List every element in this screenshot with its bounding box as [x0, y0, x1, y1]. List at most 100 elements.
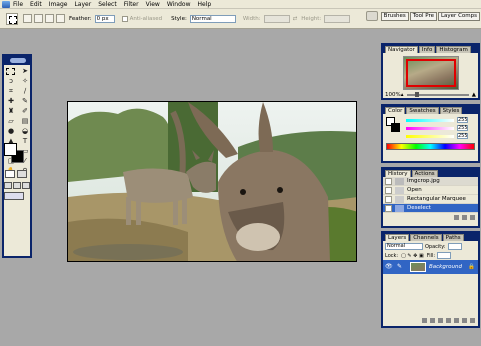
standard-mode-button[interactable]	[5, 170, 15, 178]
tab-info[interactable]: Info	[418, 46, 436, 53]
marquee-tool-preset-icon[interactable]	[6, 12, 18, 25]
screen-mode-standard-button[interactable]	[4, 182, 12, 189]
feather-input[interactable]: 0 px	[94, 14, 115, 23]
rectangular-marquee-tool-icon[interactable]	[6, 68, 15, 75]
link-icon[interactable]	[422, 317, 427, 323]
subtract-selection-button[interactable]	[45, 14, 54, 23]
blue-value[interactable]: 255	[457, 133, 468, 139]
tab-channels[interactable]: Channels	[410, 234, 442, 241]
magic-wand-tool-icon[interactable]: ✧	[19, 77, 31, 86]
healing-brush-tool-icon[interactable]: ✚	[5, 97, 17, 106]
history-item[interactable]: Rectangular Marquee	[383, 195, 478, 204]
screen-mode-full-button[interactable]	[22, 182, 30, 189]
folder-icon[interactable]	[454, 317, 459, 323]
tab-navigator[interactable]: Navigator	[385, 46, 418, 53]
blur-tool-icon[interactable]: ●	[5, 127, 17, 136]
history-source-box[interactable]	[385, 186, 392, 194]
adjustment-icon[interactable]	[446, 317, 451, 323]
slice-tool-icon[interactable]: ∕	[19, 87, 31, 96]
red-value[interactable]: 255	[457, 117, 468, 123]
tab-paths[interactable]: Paths	[442, 234, 464, 241]
history-snapshot[interactable]: Imgcrop.jpg	[383, 177, 478, 186]
layer-name: Background	[429, 264, 462, 270]
navigator-zoom-value[interactable]: 100%	[385, 92, 401, 98]
history-item-selected[interactable]: Deselect	[383, 204, 478, 213]
tab-histogram[interactable]: Histogram	[436, 46, 471, 53]
green-slider[interactable]	[406, 126, 454, 130]
tab-swatches[interactable]: Swatches	[406, 107, 439, 114]
new-layer-icon[interactable]	[462, 317, 467, 323]
menu-edit[interactable]: Edit	[30, 1, 42, 8]
menu-select[interactable]: Select	[98, 1, 117, 8]
navigator-thumbnail[interactable]	[402, 56, 459, 90]
toolbox-header[interactable]	[4, 56, 30, 65]
zoom-slider[interactable]	[406, 91, 469, 97]
menu-layer[interactable]: Layer	[74, 1, 91, 8]
swap-icon[interactable]: ⇄	[293, 16, 298, 22]
jump-to-imageready-button[interactable]	[4, 192, 24, 200]
foreground-color-swatch[interactable]	[4, 143, 17, 156]
menu-view[interactable]: View	[146, 1, 160, 8]
tab-actions[interactable]: Actions	[411, 170, 438, 177]
zoom-in-icon[interactable]: ▲	[472, 92, 476, 98]
new-snapshot-icon[interactable]	[462, 214, 467, 220]
trash-icon[interactable]	[470, 317, 475, 323]
dodge-tool-icon[interactable]: ◒	[19, 127, 31, 136]
green-value[interactable]: 255	[457, 125, 468, 131]
width-input[interactable]	[263, 14, 290, 23]
history-item[interactable]: Open	[383, 186, 478, 195]
crop-tool-icon[interactable]: ⌗	[5, 87, 17, 96]
layer-style-icon[interactable]	[430, 317, 435, 323]
fill-input[interactable]	[437, 252, 452, 259]
tab-styles[interactable]: Styles	[439, 107, 463, 114]
color-spectrum[interactable]	[386, 143, 475, 150]
red-slider[interactable]	[406, 118, 454, 122]
palette-tab-tool-presets[interactable]: Tool Pre	[409, 11, 437, 21]
history-brush-tool-icon[interactable]: ✐	[19, 107, 31, 116]
tab-layers[interactable]: Layers	[385, 234, 410, 241]
brush-tool-icon[interactable]: ✎	[19, 97, 31, 106]
menu-image[interactable]: Image	[49, 1, 68, 8]
palette-tab-brushes[interactable]: Brushes	[380, 11, 409, 21]
tab-history[interactable]: History	[385, 170, 411, 177]
menu-window[interactable]: Window	[167, 1, 191, 8]
palette-tab-layer-comps[interactable]: Layer Comps	[437, 11, 480, 21]
history-source-box[interactable]	[385, 177, 392, 185]
menu-filter[interactable]: Filter	[124, 1, 139, 8]
menu-help[interactable]: Help	[198, 1, 212, 8]
quick-mask-mode-button[interactable]	[17, 170, 27, 178]
eraser-tool-icon[interactable]: ▱	[5, 117, 17, 126]
color-bg-swatch[interactable]	[391, 123, 400, 132]
antialiased-checkbox[interactable]	[121, 15, 128, 22]
lasso-tool-icon[interactable]: ↄ	[5, 77, 17, 86]
layer-row-background[interactable]: 👁 ✎ Background 🔒	[383, 260, 478, 274]
screen-mode-menubar-button[interactable]	[13, 182, 21, 189]
height-input[interactable]	[324, 14, 351, 23]
intersect-selection-button[interactable]	[56, 14, 65, 23]
image-canvas[interactable]	[67, 101, 357, 262]
add-selection-button[interactable]	[34, 14, 43, 23]
lock-icons[interactable]: ▢ ✎ ✥ ▣	[401, 253, 424, 259]
brush-link-icon[interactable]: ✎	[397, 263, 405, 271]
clone-stamp-tool-icon[interactable]: ♜	[5, 107, 17, 116]
file-browser-icon[interactable]	[365, 11, 378, 21]
type-tool-icon[interactable]: T	[19, 137, 31, 146]
new-selection-button[interactable]	[23, 14, 32, 23]
gradient-tool-icon[interactable]: ▤	[19, 117, 31, 126]
eye-icon[interactable]: 👁	[385, 263, 393, 271]
history-source-box[interactable]	[385, 204, 392, 212]
navigator-view-box[interactable]	[405, 59, 456, 87]
mask-icon[interactable]	[438, 317, 443, 323]
menu-file[interactable]: File	[13, 1, 23, 8]
opacity-input[interactable]	[447, 243, 462, 250]
photoshop-logo-icon[interactable]	[2, 0, 10, 8]
zoom-out-icon[interactable]: ▴	[401, 92, 404, 98]
blue-slider[interactable]	[406, 134, 454, 138]
history-source-box[interactable]	[385, 195, 392, 203]
blend-mode-select[interactable]: Normal	[385, 243, 423, 250]
move-tool-icon[interactable]: ➤	[19, 67, 31, 76]
new-document-icon[interactable]	[454, 214, 459, 220]
trash-icon[interactable]	[470, 214, 475, 220]
style-select[interactable]: Normal	[189, 14, 236, 23]
tab-color[interactable]: Color	[385, 107, 406, 114]
